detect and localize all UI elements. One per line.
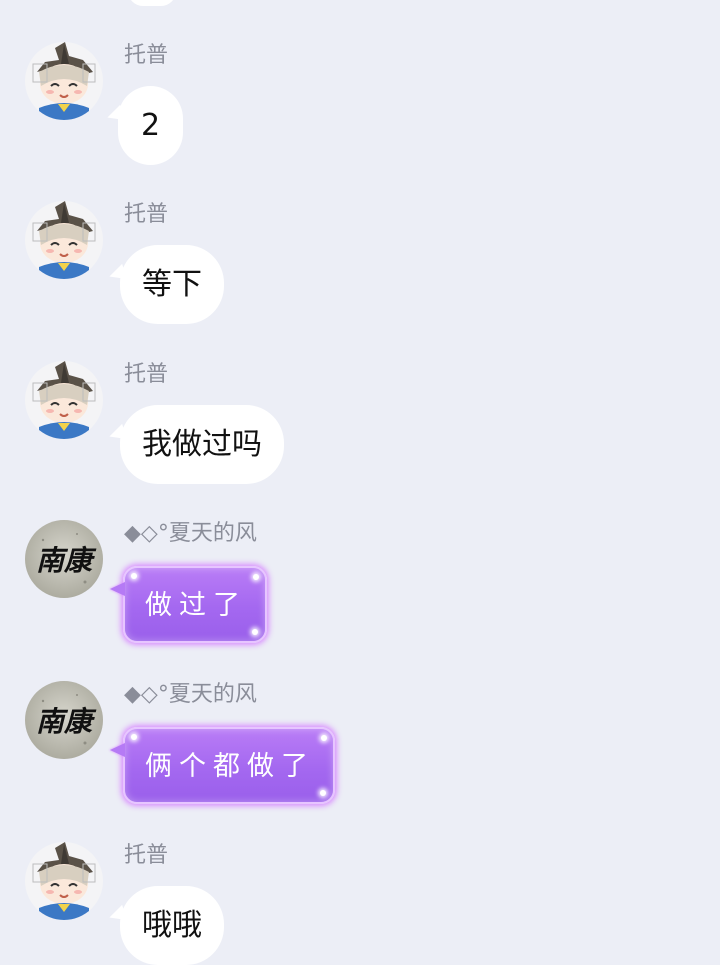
anime-character-avatar-icon[interactable] — [25, 42, 103, 120]
sparkle-decoration — [320, 790, 326, 796]
message-text: 俩个都做了 — [145, 751, 315, 782]
sparkle-decoration — [131, 734, 137, 740]
calligraphy-avatar-icon[interactable]: 南康 — [25, 681, 103, 759]
svg-text:南康: 南康 — [36, 705, 97, 738]
chat-message: 南康 ◆◇°夏天的风 做过了 — [0, 520, 720, 645]
sender-name: 托普 — [124, 43, 169, 68]
message-bubble[interactable]: 2 — [118, 86, 184, 165]
chat-message: 托普 哦哦 — [0, 842, 720, 965]
message-bubble[interactable]: 我做过吗 — [120, 405, 284, 484]
anime-character-avatar-icon[interactable] — [25, 201, 103, 279]
sparkle-decoration — [252, 629, 258, 635]
message-bubble[interactable]: 做过了 — [123, 566, 267, 643]
sparkle-decoration — [131, 573, 137, 579]
message-bubble[interactable]: 哦哦 — [120, 886, 224, 965]
sender-name: ◆◇°夏天的风 — [124, 521, 257, 546]
message-bubble[interactable]: 俩个都做了 — [123, 727, 335, 804]
previous-message-bubble[interactable] — [128, 0, 176, 6]
sender-name: 托普 — [124, 202, 169, 227]
message-bubble[interactable]: 等下 — [120, 245, 224, 324]
chat-message: 托普 等下 — [0, 201, 720, 326]
sparkle-decoration — [321, 735, 327, 741]
calligraphy-avatar-icon[interactable]: 南康 — [25, 520, 103, 598]
sender-name: 托普 — [124, 843, 169, 868]
sender-name: 托普 — [124, 362, 169, 387]
anime-character-avatar-icon[interactable] — [25, 842, 103, 920]
chat-message: 托普 我做过吗 — [0, 361, 720, 486]
anime-character-avatar-icon[interactable] — [25, 361, 103, 439]
sender-name: ◆◇°夏天的风 — [124, 682, 257, 707]
chat-message-list[interactable]: 托普 2 托普 等下 托普 我做过吗 南康 ◆◇°夏天的风 做过了 南康 ◆◇°… — [0, 0, 720, 965]
chat-message: 南康 ◆◇°夏天的风 俩个都做了 — [0, 681, 720, 806]
sparkle-decoration — [253, 574, 259, 580]
svg-text:南康: 南康 — [36, 544, 97, 577]
chat-message: 托普 2 — [0, 42, 720, 167]
message-text: 做过了 — [145, 590, 247, 621]
